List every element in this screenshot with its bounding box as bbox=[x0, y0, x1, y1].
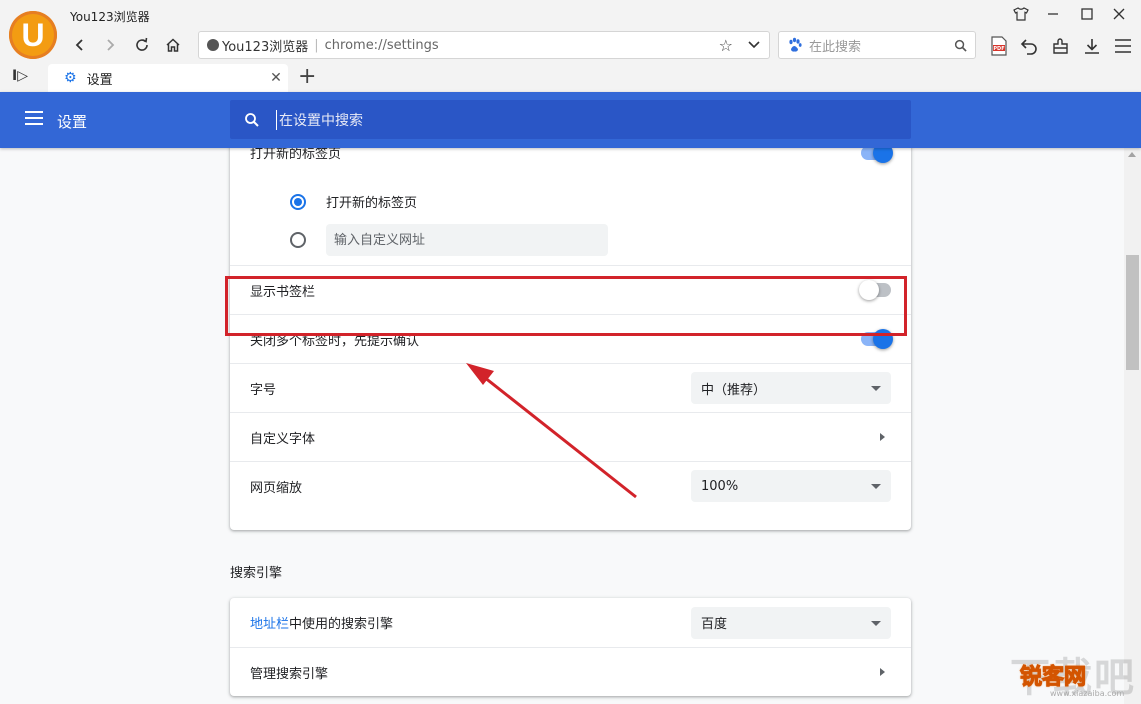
download-button[interactable] bbox=[1079, 33, 1105, 59]
settings-search-placeholder: 在设置中搜索 bbox=[276, 109, 363, 130]
puzzle-icon bbox=[1053, 38, 1068, 54]
address-site-name: You123浏览器 bbox=[222, 39, 309, 55]
select-value: 百度 bbox=[701, 617, 728, 632]
setting-label: 网页缩放 bbox=[250, 480, 303, 496]
undo-close-tab-button[interactable] bbox=[1016, 33, 1042, 59]
scrollbar-thumb[interactable] bbox=[1126, 255, 1139, 370]
gear-icon: ⚙ bbox=[64, 70, 77, 86]
confirm-close-toggle[interactable] bbox=[861, 329, 893, 349]
minimize-icon[interactable] bbox=[1038, 2, 1068, 26]
home-icon bbox=[166, 38, 180, 52]
startup-partial-row: 打开新的标签页 bbox=[230, 148, 911, 177]
tab-settings[interactable]: ⚙ 设置 ✕ bbox=[48, 64, 288, 92]
custom-url-input[interactable] bbox=[326, 224, 608, 256]
watermark-small-text: www.xiazaiba.com bbox=[1050, 689, 1125, 698]
skin-icon[interactable] bbox=[1006, 2, 1036, 26]
dropdown-caret-icon bbox=[871, 620, 881, 626]
dropdown-caret-icon bbox=[871, 386, 881, 391]
reload-icon bbox=[136, 37, 148, 51]
app-logo[interactable]: U bbox=[9, 11, 57, 59]
setting-label: 字号 bbox=[250, 382, 277, 398]
show-bookmarks-toggle[interactable] bbox=[859, 280, 891, 300]
setting-row-show-bookmarks[interactable]: 显示书签栏 bbox=[230, 265, 911, 314]
setting-row-custom-fonts[interactable]: 自定义字体 bbox=[230, 412, 911, 461]
tab-label: 设置 bbox=[86, 72, 113, 88]
extensions-button[interactable] bbox=[1048, 33, 1074, 59]
browser-chrome: U You123浏览器 You123浏览器 | chrome://setting… bbox=[0, 0, 1141, 92]
radio-button-unchecked[interactable] bbox=[290, 232, 306, 248]
default-engine-select[interactable]: 百度 bbox=[691, 606, 891, 639]
forward-arrow-icon bbox=[107, 39, 115, 51]
arrow-right-icon bbox=[880, 433, 885, 441]
logo-letter: U bbox=[21, 17, 45, 53]
search-box-placeholder: 在此搜索 bbox=[809, 39, 862, 55]
radio-new-tab[interactable]: 打开新的标签页 bbox=[290, 192, 417, 211]
setting-label: 关闭多个标签时，先提示确认 bbox=[250, 333, 420, 349]
setting-label: 自定义字体 bbox=[250, 431, 316, 447]
back-arrow-icon bbox=[75, 39, 83, 51]
arrow-right-icon bbox=[880, 668, 885, 676]
tab-strip: I▷ ⚙ 设置 ✕ + bbox=[0, 62, 1141, 92]
font-size-select[interactable]: 中（推荐） bbox=[691, 372, 891, 404]
search-engine-card: 地址栏中使用的搜索引擎 百度 管理搜索引擎 bbox=[230, 598, 911, 696]
pdf-icon: PDF bbox=[991, 36, 1007, 56]
undo-icon bbox=[1020, 39, 1037, 55]
setting-label-rest: 中使用的搜索引擎 bbox=[289, 617, 394, 632]
menu-icon bbox=[1115, 39, 1131, 53]
watermark-main-text: 锐客网 bbox=[1019, 665, 1087, 691]
main-menu-button[interactable] bbox=[1110, 33, 1136, 59]
pdf-tool-button[interactable]: PDF bbox=[986, 33, 1012, 59]
watermark-logo: 下载吧 锐客网 www.xiazaiba.com bbox=[1010, 645, 1138, 703]
appearance-card: 打开新的标签页 打开新的标签页 显示书签栏 关闭多个标签时，先提示确认 字号 中… bbox=[230, 148, 911, 530]
search-icon bbox=[245, 112, 259, 127]
app-title: You123浏览器 bbox=[70, 10, 150, 24]
baidu-paw-icon[interactable] bbox=[787, 37, 803, 53]
settings-content: 打开新的标签页 打开新的标签页 显示书签栏 关闭多个标签时，先提示确认 字号 中… bbox=[0, 148, 1124, 704]
setting-row-page-zoom: 网页缩放 100% bbox=[230, 461, 911, 510]
close-icon[interactable] bbox=[1104, 2, 1134, 26]
radio-button-checked[interactable] bbox=[290, 193, 306, 210]
settings-search-field[interactable]: 在设置中搜索 bbox=[230, 100, 911, 139]
setting-row-font-size: 字号 中（推荐） bbox=[230, 363, 911, 412]
startup-toggle[interactable] bbox=[861, 148, 893, 163]
address-bar[interactable]: You123浏览器 | chrome://settings ☆ bbox=[198, 31, 770, 59]
address-bar-link[interactable]: 地址栏 bbox=[250, 617, 289, 632]
svg-text:PDF: PDF bbox=[993, 46, 1004, 52]
setting-label: 管理搜索引擎 bbox=[250, 666, 329, 682]
maximize-icon[interactable] bbox=[1072, 2, 1102, 26]
select-value: 100% bbox=[701, 478, 739, 494]
hamburger-menu-icon[interactable] bbox=[25, 111, 43, 125]
startup-partial-label: 打开新的标签页 bbox=[250, 148, 342, 162]
address-separator: | bbox=[314, 37, 319, 53]
forward-button[interactable] bbox=[97, 32, 123, 58]
radio-label: 打开新的标签页 bbox=[326, 196, 418, 211]
sidebar-toggle-icon[interactable]: I▷ bbox=[12, 68, 28, 84]
setting-label: 显示书签栏 bbox=[250, 284, 316, 300]
scroll-up-icon[interactable] bbox=[1128, 152, 1136, 157]
select-value: 中（推荐） bbox=[701, 382, 767, 398]
section-title-search-engine: 搜索引擎 bbox=[230, 566, 283, 581]
reload-button[interactable] bbox=[129, 32, 155, 58]
site-info-icon[interactable] bbox=[207, 39, 219, 51]
address-url[interactable]: chrome://settings bbox=[325, 38, 439, 53]
setting-row-confirm-close[interactable]: 关闭多个标签时，先提示确认 bbox=[230, 314, 911, 363]
new-tab-button[interactable]: + bbox=[298, 65, 316, 89]
download-icon bbox=[1085, 39, 1099, 54]
bookmark-star-icon[interactable]: ☆ bbox=[719, 36, 733, 55]
search-engine-box[interactable]: 在此搜索 bbox=[778, 31, 976, 59]
settings-title: 设置 bbox=[57, 113, 88, 131]
search-icon[interactable] bbox=[954, 39, 967, 52]
page-zoom-select[interactable]: 100% bbox=[691, 470, 891, 502]
dropdown-caret-icon bbox=[871, 484, 881, 489]
vertical-scrollbar[interactable] bbox=[1124, 148, 1141, 704]
settings-header: 设置 在设置中搜索 bbox=[0, 92, 1141, 148]
home-button[interactable] bbox=[160, 32, 186, 58]
setting-row-default-engine: 地址栏中使用的搜索引擎 百度 bbox=[230, 598, 911, 647]
radio-custom-url[interactable] bbox=[290, 224, 608, 256]
chevron-down-icon[interactable] bbox=[747, 38, 761, 56]
back-button[interactable] bbox=[67, 32, 93, 58]
setting-row-manage-engines[interactable]: 管理搜索引擎 bbox=[230, 647, 911, 696]
tab-close-icon[interactable]: ✕ bbox=[264, 70, 288, 86]
setting-label: 地址栏中使用的搜索引擎 bbox=[250, 613, 691, 632]
